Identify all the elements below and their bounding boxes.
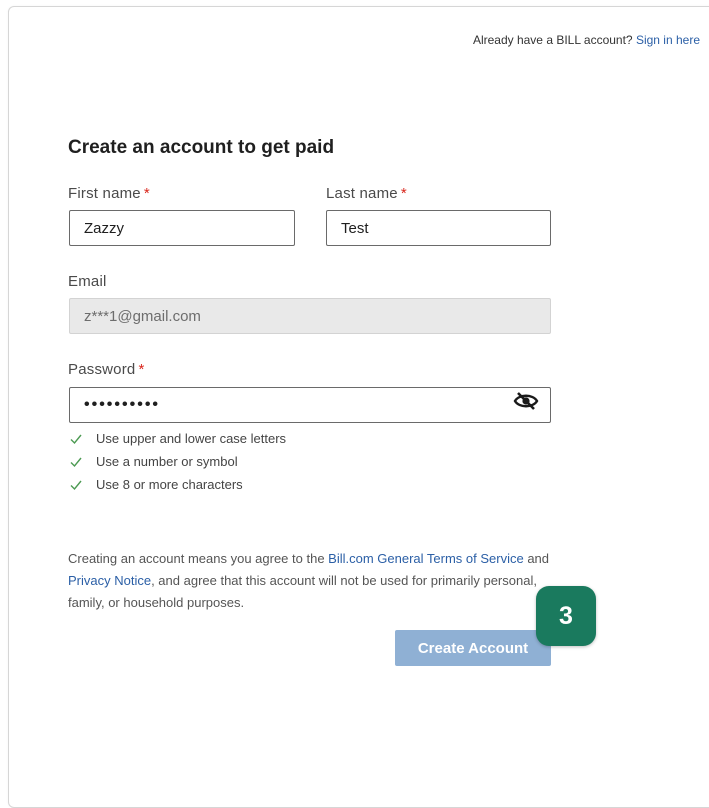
check-icon [70,434,82,444]
check-icon [70,480,82,490]
required-asterisk: * [138,361,145,378]
page-title: Create an account to get paid [68,137,335,158]
last-name-label-text: Last name [326,185,398,202]
password-label: Password * [68,361,145,378]
signin-prompt: Already have a BILL account? Sign in her… [473,33,700,47]
password-rules: Use upper and lower case letters Use a n… [70,427,286,496]
terms-and: and [523,551,550,566]
terms-notice: Creating an account means you agree to t… [68,548,558,614]
create-account-button[interactable]: Create Account [395,630,551,666]
password-label-text: Password [68,361,136,378]
email-label: Email [68,273,107,290]
password-rule-text: Use 8 or more characters [96,477,243,492]
password-rule-text: Use upper and lower case letters [96,431,287,446]
password-rule: Use upper and lower case letters [70,427,286,450]
required-asterisk: * [400,185,407,202]
last-name-label: Last name * [326,185,407,202]
last-name-input[interactable] [326,210,551,246]
eye-slash-icon[interactable] [513,390,539,412]
password-rule: Use a number or symbol [70,450,286,473]
email-input [69,298,551,334]
check-icon [70,457,82,467]
email-label-text: Email [68,273,107,290]
signin-prompt-text: Already have a BILL account? [472,33,633,47]
terms-of-service-link[interactable]: Bill.com General Terms of Service [328,551,524,566]
password-input[interactable] [69,387,551,423]
terms-prefix: Creating an account means you agree to t… [68,551,329,566]
signin-link[interactable]: Sign in here [636,33,700,47]
step-badge: 3 [536,586,596,646]
privacy-notice-link[interactable]: Privacy Notice [68,573,151,588]
first-name-label-text: First name [68,185,141,202]
first-name-input[interactable] [69,210,295,246]
password-rule: Use 8 or more characters [70,473,286,496]
password-rule-text: Use a number or symbol [96,454,238,469]
required-asterisk: * [143,185,150,202]
first-name-label: First name * [68,185,150,202]
